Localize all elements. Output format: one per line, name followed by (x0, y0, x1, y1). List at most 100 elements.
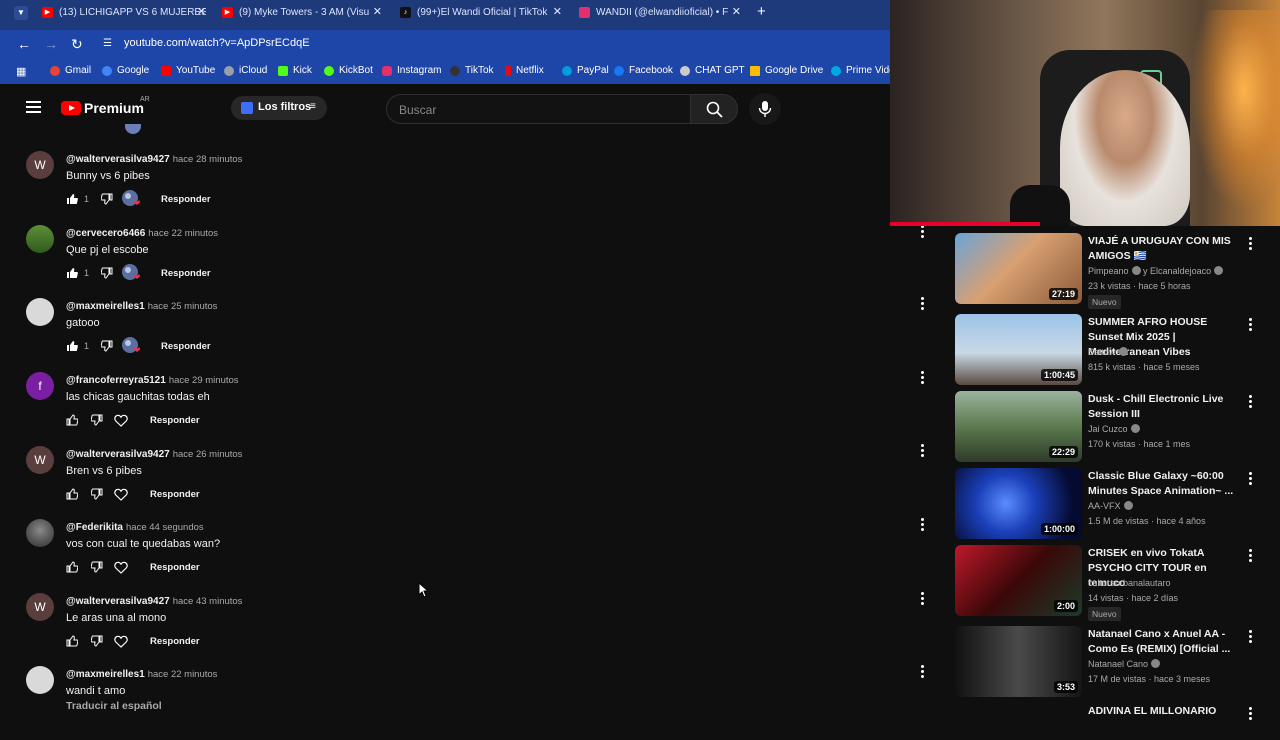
more-options-icon[interactable] (921, 444, 925, 459)
author-handle[interactable]: @cervecero6466 (66, 228, 145, 239)
thumbs-up-filled-icon[interactable] (66, 193, 78, 205)
reload-icon[interactable]: ↻ (71, 36, 83, 53)
reply-button[interactable]: Responder (161, 341, 211, 352)
back-icon[interactable]: ← (17, 36, 31, 52)
video-channel[interactable]: Jai Cuzco (1088, 424, 1140, 434)
thumbs-up-filled-icon[interactable] (66, 340, 78, 352)
more-options-icon[interactable] (1249, 549, 1253, 564)
site-info-icon[interactable]: ☰ (103, 38, 112, 49)
more-options-icon[interactable] (921, 518, 925, 533)
search-button[interactable] (690, 94, 738, 124)
tab-3[interactable]: WANDII (@elwandiioficial) • Fo ✕ (579, 2, 741, 22)
video-thumbnail[interactable]: 27:19 (955, 233, 1082, 304)
video-thumbnail[interactable]: 2:00 (955, 545, 1082, 616)
bookmark-tiktok[interactable]: TikTok (450, 65, 494, 76)
reply-button[interactable]: Responder (150, 415, 200, 426)
author-handle[interactable]: @maxmeirelles1 (66, 301, 145, 312)
reply-button[interactable]: Responder (150, 562, 200, 573)
apps-icon[interactable]: ▦ (16, 65, 26, 78)
more-options-icon[interactable] (1249, 630, 1253, 645)
comment-author[interactable]: @maxmeirelles1 hace 22 minutos (66, 669, 217, 680)
new-tab-icon[interactable]: + (757, 3, 766, 20)
comment-time[interactable]: hace 43 minutos (173, 596, 243, 607)
thumbs-down-icon[interactable] (101, 267, 113, 279)
video-title[interactable]: Natanael Cano x Anuel AA - Como Es (REMI… (1088, 627, 1238, 657)
channel-name[interactable]: Pimpeano (1088, 266, 1129, 276)
channel-name[interactable]: culturaurbanalautaro (1088, 578, 1171, 588)
voice-search-button[interactable] (749, 93, 781, 125)
video-thumbnail[interactable]: 1:00:00 (955, 468, 1082, 539)
reply-button[interactable]: Responder (161, 194, 211, 205)
author-handle[interactable]: @walterverasilva9427 (66, 154, 170, 165)
more-options-icon[interactable] (1249, 318, 1253, 333)
bookmark-google[interactable]: Google (102, 65, 149, 76)
close-tab-icon[interactable]: ✕ (727, 5, 741, 18)
thumbs-down-icon[interactable] (91, 488, 103, 500)
channel-name[interactable]: Natanael Cano (1088, 659, 1148, 669)
video-thumbnail[interactable]: 3:53 (955, 626, 1082, 697)
channel-name[interactable]: AA-VFX (1088, 501, 1121, 511)
channel-name-2[interactable]: y Elcanaldejoaco (1143, 266, 1211, 276)
comment-author[interactable]: @francoferreyra5121 hace 29 minutos (66, 375, 239, 386)
translate-link[interactable]: Traducir al español (66, 700, 162, 712)
youtube-logo-icon[interactable] (61, 101, 81, 115)
thumbs-down-icon[interactable] (91, 414, 103, 426)
video-channel[interactable]: Pimpeano y Elcanaldejoaco (1088, 266, 1224, 276)
reply-button[interactable]: Responder (161, 268, 211, 279)
bookmark-icloud[interactable]: iCloud (224, 65, 267, 76)
avatar[interactable] (26, 225, 54, 253)
comment-author[interactable]: @walterverasilva9427 hace 26 minutos (66, 449, 242, 460)
comment-time[interactable]: hace 22 minutos (148, 669, 218, 680)
thumbs-down-icon[interactable] (101, 193, 113, 205)
video-card[interactable]: 22:29 Dusk - Chill Electronic Live Sessi… (955, 391, 1265, 463)
more-options-icon[interactable] (921, 371, 925, 386)
tab-0[interactable]: ▶ (13) LICHIGAPP VS 6 MUJERES ✕ (42, 2, 206, 22)
comment-time[interactable]: hace 22 minutos (148, 228, 218, 239)
close-tab-icon[interactable]: ✕ (368, 5, 382, 18)
avatar[interactable] (26, 298, 54, 326)
tab-2[interactable]: ♪ (99+)El Wandi Oficial | TikTok ✕ (400, 2, 562, 22)
comment-time[interactable]: hace 44 segundos (126, 522, 204, 533)
bookmark-facebook[interactable]: Facebook (614, 65, 673, 76)
close-tab-icon[interactable]: ✕ (197, 5, 206, 18)
heart-icon[interactable] (114, 635, 128, 648)
video-card[interactable]: 27:19 VIAJÉ A URUGUAY CON MIS AMIGOS 🇺🇾 … (955, 233, 1265, 309)
thumbs-up-icon[interactable] (66, 488, 78, 500)
channel-name[interactable]: Jai Cuzco (1088, 424, 1128, 434)
comment-author[interactable]: @Federikita hace 44 segundos (66, 522, 204, 533)
heart-icon[interactable] (114, 561, 128, 574)
video-card[interactable]: 3:53 Natanael Cano x Anuel AA - Como Es … (955, 626, 1265, 698)
avatar[interactable]: f (26, 372, 54, 400)
channel-name[interactable]: Settow (1088, 347, 1116, 357)
filters-button[interactable]: Los filtros ≡ (231, 96, 327, 120)
video-channel[interactable]: Natanael Cano (1088, 659, 1161, 669)
bookmark-google-drive[interactable]: Google Drive (750, 65, 823, 76)
thumbs-up-icon[interactable] (66, 561, 78, 573)
bookmark-prime-video[interactable]: Prime Vide (831, 65, 895, 76)
reply-button[interactable]: Responder (150, 489, 200, 500)
tab-list-dropdown-icon[interactable]: ▼ (14, 6, 28, 20)
bookmark-chatgpt[interactable]: CHAT GPT (680, 65, 745, 76)
video-title[interactable]: Dusk - Chill Electronic Live Session III (1088, 392, 1238, 422)
avatar[interactable]: W (26, 593, 54, 621)
comment-time[interactable]: hace 25 minutos (148, 301, 218, 312)
comment-time[interactable]: hace 29 minutos (169, 375, 239, 386)
bookmark-kickbot[interactable]: KickBot (324, 65, 373, 76)
thumbs-down-icon[interactable] (91, 635, 103, 647)
author-handle[interactable]: @maxmeirelles1 (66, 669, 145, 680)
thumbs-up-icon[interactable] (66, 635, 78, 647)
bookmark-paypal[interactable]: PayPal (562, 65, 609, 76)
author-handle[interactable]: @Federikita (66, 522, 123, 533)
comment-time[interactable]: hace 28 minutos (173, 154, 243, 165)
video-card[interactable]: ADIVINA EL MILLONARIO (955, 703, 1265, 720)
video-title[interactable]: Classic Blue Galaxy ~60:00 Minutes Space… (1088, 469, 1238, 499)
author-handle[interactable]: @walterverasilva9427 (66, 596, 170, 607)
close-tab-icon[interactable]: ✕ (548, 5, 562, 18)
bookmark-youtube[interactable]: YouTube (161, 65, 215, 76)
search-input[interactable]: Buscar (386, 94, 690, 124)
comment-author[interactable]: @cervecero6466 hace 22 minutos (66, 228, 218, 239)
video-channel[interactable]: culturaurbanalautaro (1088, 578, 1171, 588)
avatar[interactable] (26, 519, 54, 547)
comment-author[interactable]: @maxmeirelles1 hace 25 minutos (66, 301, 217, 312)
video-card[interactable]: 2:00 CRISEK en vivo TokatA PSYCHO CITY T… (955, 545, 1265, 621)
